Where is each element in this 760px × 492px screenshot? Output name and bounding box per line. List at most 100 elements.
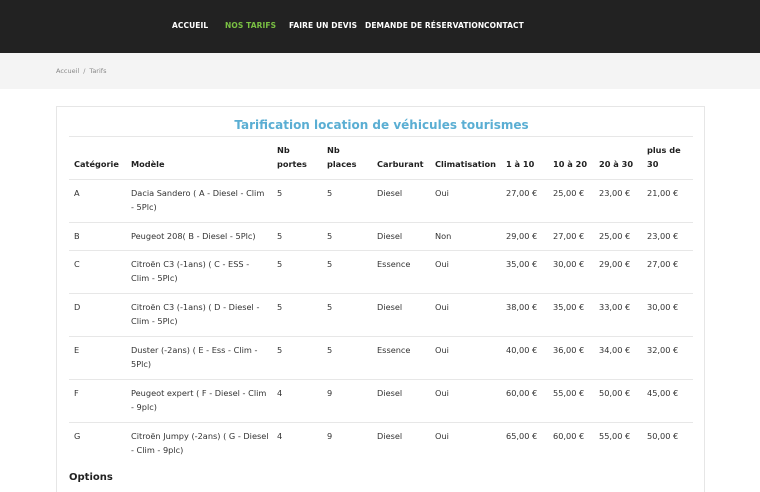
cell-portes: 5 (277, 302, 283, 312)
cell-price-plus-30: 23,00 € (647, 231, 679, 241)
options-heading: Options (69, 472, 113, 483)
cell-price-20-30: 25,00 € (599, 231, 631, 241)
cell-price-plus-30: 45,00 € (647, 388, 679, 398)
cell-price-10-20: 25,00 € (553, 188, 585, 198)
cell-climatisation: Oui (435, 302, 449, 312)
cell-carburant: Diesel (377, 188, 403, 198)
cell-categorie: D (74, 302, 81, 312)
cell-climatisation: Oui (435, 259, 449, 269)
breadcrumb-separator: / (83, 67, 86, 75)
nav-item-demande-de-reservation[interactable]: DEMANDE DE RÉSERVATION (365, 21, 484, 30)
header-price-1-10: 1 à 10 (506, 159, 535, 169)
breadcrumb-bar: Accueil / Tarifs (0, 53, 760, 89)
cell-price-plus-30: 27,00 € (647, 259, 679, 269)
header-carburant: Carburant (377, 159, 424, 169)
header-price-10-20: 10 à 20 (553, 159, 588, 169)
cell-price-10-20: 30,00 € (553, 259, 585, 269)
cell-modele: Citroën C3 (-1ans) ( C - ESS - Clim - 5P… (131, 259, 250, 283)
cell-portes: 5 (277, 188, 283, 198)
cell-categorie: C (74, 259, 80, 269)
cell-carburant: Essence (377, 259, 411, 269)
cell-categorie: A (74, 188, 80, 198)
cell-carburant: Diesel (377, 231, 403, 241)
breadcrumb-current: Tarifs (89, 67, 107, 75)
divider (69, 222, 693, 223)
cell-price-plus-30: 21,00 € (647, 188, 679, 198)
divider (69, 179, 693, 180)
divider (69, 293, 693, 294)
nav-item-nos-tarifs[interactable]: NOS TARIFS (225, 21, 276, 30)
cell-categorie: F (74, 388, 79, 398)
cell-climatisation: Oui (435, 345, 449, 355)
nav-item-faire-un-devis[interactable]: FAIRE UN DEVIS (289, 21, 357, 30)
nav-item-accueil[interactable]: ACCUEIL (172, 21, 208, 30)
nav-item-contact[interactable]: CONTACT (484, 21, 524, 30)
cell-portes: 4 (277, 388, 283, 398)
cell-price-1-10: 29,00 € (506, 231, 538, 241)
pricing-card: Tarification location de véhicules touri… (56, 106, 705, 492)
cell-price-20-30: 50,00 € (599, 388, 631, 398)
cell-places: 5 (327, 345, 333, 355)
cell-places: 5 (327, 259, 333, 269)
cell-price-1-10: 35,00 € (506, 259, 538, 269)
cell-categorie: G (74, 431, 81, 441)
header-price-plus-30: plus de 30 (647, 145, 681, 169)
divider (69, 136, 693, 137)
divider (69, 422, 693, 423)
cell-places: 9 (327, 431, 333, 441)
top-navigation-bar: ACCUEIL NOS TARIFS FAIRE UN DEVIS DEMAND… (0, 0, 760, 53)
table-title: Tarification location de véhicules touri… (234, 118, 529, 132)
cell-price-20-30: 23,00 € (599, 188, 631, 198)
cell-price-1-10: 65,00 € (506, 431, 538, 441)
divider (69, 379, 693, 380)
cell-price-20-30: 55,00 € (599, 431, 631, 441)
cell-places: 5 (327, 231, 333, 241)
header-climatisation: Climatisation (435, 159, 496, 169)
cell-price-10-20: 27,00 € (553, 231, 585, 241)
cell-climatisation: Oui (435, 188, 449, 198)
cell-modele: Duster (-2ans) ( E - Ess - Clim - 5Plc) (131, 345, 258, 369)
cell-carburant: Diesel (377, 431, 403, 441)
cell-price-10-20: 55,00 € (553, 388, 585, 398)
cell-price-10-20: 60,00 € (553, 431, 585, 441)
cell-price-20-30: 33,00 € (599, 302, 631, 312)
cell-carburant: Essence (377, 345, 411, 355)
main-nav: ACCUEIL NOS TARIFS FAIRE UN DEVIS DEMAND… (0, 0, 760, 53)
cell-modele: Citroën C3 (-1ans) ( D - Diesel - Clim -… (131, 302, 260, 326)
cell-modele: Peugeot expert ( F - Diesel - Clim - 9pl… (131, 388, 267, 412)
cell-price-20-30: 29,00 € (599, 259, 631, 269)
cell-climatisation: Non (435, 231, 452, 241)
cell-price-1-10: 27,00 € (506, 188, 538, 198)
cell-places: 9 (327, 388, 333, 398)
cell-price-1-10: 60,00 € (506, 388, 538, 398)
cell-price-10-20: 36,00 € (553, 345, 585, 355)
cell-price-plus-30: 50,00 € (647, 431, 679, 441)
cell-climatisation: Oui (435, 431, 449, 441)
cell-portes: 5 (277, 231, 283, 241)
cell-portes: 5 (277, 345, 283, 355)
cell-climatisation: Oui (435, 388, 449, 398)
cell-portes: 4 (277, 431, 283, 441)
cell-portes: 5 (277, 259, 283, 269)
cell-places: 5 (327, 188, 333, 198)
breadcrumb-home-link[interactable]: Accueil (56, 67, 79, 75)
cell-categorie: E (74, 345, 80, 355)
cell-modele: Dacia Sandero ( A - Diesel - Clim - 5Plc… (131, 188, 265, 212)
header-modele: Modèle (131, 159, 165, 169)
header-categorie: Catégorie (74, 159, 119, 169)
cell-carburant: Diesel (377, 302, 403, 312)
cell-modele: Peugeot 208( B - Diesel - 5Plc) (131, 231, 256, 241)
header-price-20-30: 20 à 30 (599, 159, 634, 169)
cell-price-1-10: 38,00 € (506, 302, 538, 312)
breadcrumb: Accueil / Tarifs (56, 67, 106, 75)
divider (69, 250, 693, 251)
cell-places: 5 (327, 302, 333, 312)
header-nb-portes: Nb portes (277, 145, 307, 169)
cell-price-plus-30: 30,00 € (647, 302, 679, 312)
cell-modele: Citroën Jumpy (-2ans) ( G - Diesel - Cli… (131, 431, 269, 455)
cell-price-20-30: 34,00 € (599, 345, 631, 355)
cell-price-1-10: 40,00 € (506, 345, 538, 355)
cell-carburant: Diesel (377, 388, 403, 398)
cell-price-10-20: 35,00 € (553, 302, 585, 312)
cell-categorie: B (74, 231, 80, 241)
